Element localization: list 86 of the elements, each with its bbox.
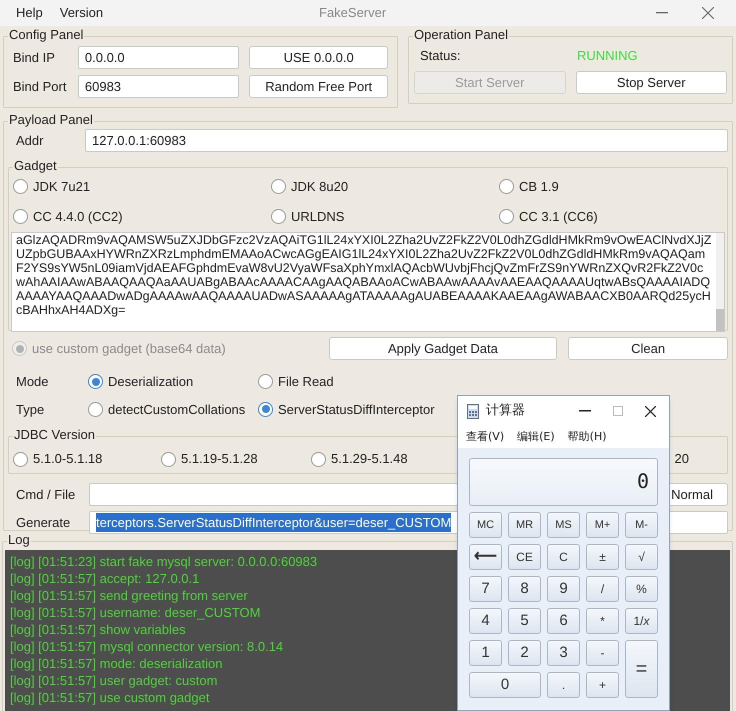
calculator-key[interactable]: MS <box>547 512 580 538</box>
calculator-key[interactable]: MC <box>469 512 502 538</box>
calculator-key[interactable]: ⟵ <box>469 544 502 570</box>
field-label: Bind Port <box>13 78 68 96</box>
calculator-key[interactable]: 9 <box>547 576 580 602</box>
menu-item[interactable]: 查看(V) <box>466 428 504 446</box>
minimize-icon[interactable] <box>579 410 591 412</box>
calculator-key[interactable]: * <box>586 608 619 634</box>
calculator-key[interactable]: 1/x <box>625 608 658 634</box>
clean-button[interactable]: Clean <box>568 337 728 360</box>
calculator-key[interactable]: √ <box>625 544 658 570</box>
radio-option[interactable]: CB 1.9 <box>499 177 723 196</box>
radio-option[interactable]: File Read <box>258 372 334 392</box>
calculator-key[interactable]: = <box>625 640 658 698</box>
server-button[interactable]: Stop Server <box>576 71 727 94</box>
calculator-key[interactable]: 1 <box>469 640 502 666</box>
radio-label: 20 <box>674 450 689 468</box>
field-label: Type <box>16 400 46 419</box>
status-value: RUNNING <box>577 47 638 66</box>
field-label: Generate <box>16 514 72 532</box>
use-address-button[interactable]: USE 0.0.0.0 <box>249 46 388 69</box>
radio-option[interactable]: 5.1.0-5.1.18 <box>13 449 161 469</box>
calculator-display: 0 <box>469 458 658 506</box>
calculator-key[interactable]: 3 <box>547 640 580 666</box>
random-port-button[interactable]: Random Free Port <box>249 75 388 98</box>
log-line: [log] [01:51:57] accept: 127.0.0.1 <box>10 570 200 587</box>
window-title: 计算器 <box>486 402 525 420</box>
calculator-key[interactable]: 2 <box>508 640 541 666</box>
menu-item[interactable]: Help <box>16 3 43 23</box>
menu-item[interactable]: Version <box>60 3 104 23</box>
log-line: [log] [01:51:57] show variables <box>10 621 186 638</box>
calculator-key[interactable]: 6 <box>547 608 580 634</box>
panel-title: Operation Panel <box>413 27 509 43</box>
radio-option[interactable]: CC 4.4.0 (CC2) <box>13 206 271 226</box>
calculator-key[interactable]: / <box>586 576 619 602</box>
field-label: Mode <box>16 373 50 391</box>
input-field[interactable]: 60983 <box>78 75 240 98</box>
input-field[interactable]: 0.0.0.0 <box>78 46 240 69</box>
radio-option[interactable]: 5.1.29-5.1.48 <box>311 449 408 469</box>
calculator-key[interactable]: 0 <box>469 672 541 698</box>
scrollbar-thumb[interactable] <box>716 309 724 331</box>
menu-item[interactable]: 帮助(H) <box>568 428 607 446</box>
log-line: [log] [01:51:57] username: deser_CUSTOM <box>10 604 260 621</box>
calculator-key[interactable]: % <box>625 576 658 602</box>
field-label: Cmd / File <box>16 486 76 504</box>
radio-option[interactable]: Deserialization <box>88 372 258 392</box>
radio-option[interactable]: detectCustomCollations <box>88 400 258 419</box>
calculator-key[interactable]: M+ <box>586 512 619 538</box>
input-field[interactable] <box>89 483 458 506</box>
menu-item[interactable]: 编辑(E) <box>517 428 555 446</box>
calculator-icon <box>467 404 479 418</box>
radio-option[interactable]: JDK 7u21 <box>13 177 271 196</box>
log-line: [log] [01:51:57] send greeting from server <box>10 587 248 604</box>
calculator-key[interactable]: 8 <box>508 576 541 602</box>
window-title: FakeServer <box>319 4 386 22</box>
radio-option[interactable]: CC 3.1 (CC6) <box>499 206 723 226</box>
radio-option[interactable]: URLDNS <box>271 206 499 226</box>
log-line: [log] [01:51:57] user gadget: custom <box>10 672 218 689</box>
calculator-key[interactable]: . <box>547 672 580 698</box>
log-line: [log] [01:51:23] start fake mysql server: 0.0.0.0:60983 <box>10 553 318 570</box>
calculator-key[interactable]: 5 <box>508 608 541 634</box>
calculator-key[interactable]: C <box>547 544 580 570</box>
panel-title: Log <box>7 532 31 548</box>
calculator-key[interactable]: CE <box>508 544 541 570</box>
field-label: Addr <box>15 132 44 150</box>
calculator-key[interactable]: - <box>586 640 619 666</box>
radio-option[interactable]: JDK 8u20 <box>271 177 499 196</box>
calculator-key[interactable]: 7 <box>469 576 502 602</box>
log-line: [log] [01:51:57] mysql connector version: 8.0.14 <box>10 638 284 655</box>
apply-gadget-button[interactable]: Apply Gadget Data <box>328 337 558 360</box>
status-label: Status: <box>420 47 462 66</box>
log-line: [log] [01:51:57] use custom gadget <box>10 689 210 706</box>
calculator-key[interactable]: ± <box>586 544 619 570</box>
radio-option[interactable]: ServerStatusDiffInterceptor <box>258 400 435 419</box>
panel-title: Config Panel <box>8 27 84 43</box>
panel-title: Payload Panel <box>8 112 94 128</box>
calculator-key[interactable]: + <box>586 672 619 698</box>
log-line: [log] [01:51:57] mode: deserialization <box>10 655 222 672</box>
input-field[interactable]: 127.0.0.1:60983 <box>85 129 728 152</box>
calculator-key[interactable]: MR <box>508 512 541 538</box>
close-icon[interactable] <box>645 406 656 416</box>
radio-option[interactable]: 5.1.19-5.1.28 <box>161 449 311 469</box>
calculator-key[interactable]: M- <box>625 512 658 538</box>
group-title: Gadget <box>13 158 58 174</box>
field-label: Bind IP <box>13 48 56 67</box>
calculator-key[interactable]: 4 <box>469 608 502 634</box>
